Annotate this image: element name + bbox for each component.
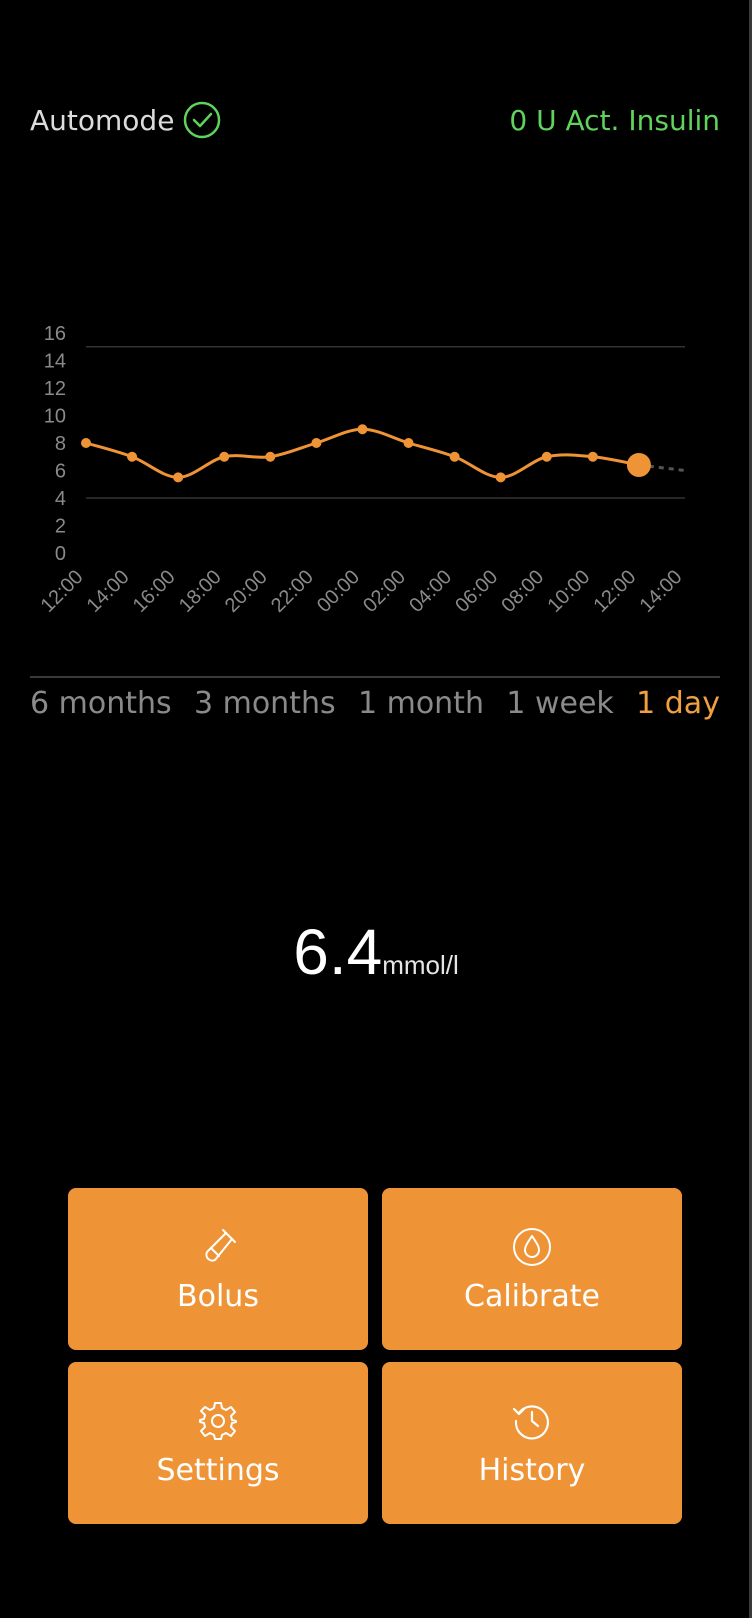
x-tick-label: 22:00 [267,566,318,617]
data-point [541,451,552,462]
data-point [311,438,322,448]
status-bar: Automode 0 U Act. Insulin [30,96,720,144]
current-glucose-reading: 6.4mmol/l [0,915,752,989]
automode-label: Automode [30,103,175,137]
automode-status[interactable]: Automode [30,100,222,140]
y-tick-label: 6 [55,461,66,483]
data-point [587,451,598,462]
settings-label: Settings [156,1452,280,1488]
test-tube-icon [196,1225,240,1269]
glucose-chart-svg: 0246810121416 12:0014:0016:0018:0020:002… [37,323,687,617]
y-tick-label: 14 [44,351,66,373]
calibrate-label: Calibrate [464,1278,600,1314]
x-tick-label: 10:00 [543,566,594,617]
current-reading-point [626,453,651,477]
data-point [403,438,414,448]
y-tick-label: 0 [55,543,66,565]
y-tick-label: 12 [44,378,66,400]
history-icon [510,1399,554,1443]
tab-3-months[interactable]: 3 months [194,686,336,721]
settings-button[interactable]: Settings [68,1362,368,1524]
glucose-chart: 0 2 4 6 8 10 12 14 16 12:00 14:00 16:00 18:00 20:00 2… [30,320,720,656]
glucose-series-line [85,427,640,479]
tab-1-week[interactable]: 1 week [506,686,613,721]
data-point [265,451,276,462]
y-tick-label: 2 [55,516,66,538]
data-point [173,472,184,483]
droplet-icon [510,1225,554,1269]
y-tick-label: 16 [44,323,66,345]
gear-icon [196,1399,240,1443]
data-point [127,451,138,462]
calibrate-button[interactable]: Calibrate [382,1188,682,1350]
y-tick-label: 8 [55,433,66,455]
tab-6-months[interactable]: 6 months [30,686,172,721]
glucose-unit: mmol/l [382,950,459,980]
x-tick-label: 14:00 [83,566,134,617]
x-tick-label: 18:00 [175,566,226,617]
x-tick-label: 00:00 [313,566,364,617]
data-point [449,451,460,462]
x-tick-label: 12:00 [590,566,641,617]
x-tick-label: 04:00 [405,566,456,617]
x-tick-label: 20:00 [221,566,272,617]
tab-1-day[interactable]: 1 day [636,686,720,721]
x-tick-label: 12:00 [37,566,88,617]
chart-divider [30,676,720,678]
x-tick-label: 14:00 [636,566,687,617]
active-insulin: 0 U Act. Insulin [509,103,720,137]
history-label: History [478,1452,586,1488]
glucose-value: 6.4 [293,916,383,988]
action-grid: Bolus Calibrate Settings History [68,1188,682,1524]
data-point [81,438,91,448]
data-point [219,451,230,462]
data-point [495,472,506,483]
data-point [357,424,368,435]
bolus-button[interactable]: Bolus [68,1188,368,1350]
time-range-tabs: 6 months 3 months 1 month 1 week 1 day [30,686,720,721]
bolus-label: Bolus [177,1278,259,1314]
check-circle-icon [182,100,222,140]
y-tick-label: 4 [55,488,66,510]
x-tick-label: 16:00 [129,566,180,617]
x-tick-label: 02:00 [359,566,410,617]
history-button[interactable]: History [382,1362,682,1524]
y-tick-label: 10 [44,406,66,428]
tab-1-month[interactable]: 1 month [358,686,484,721]
x-tick-label: 08:00 [497,566,548,617]
x-tick-label: 06:00 [451,566,502,617]
